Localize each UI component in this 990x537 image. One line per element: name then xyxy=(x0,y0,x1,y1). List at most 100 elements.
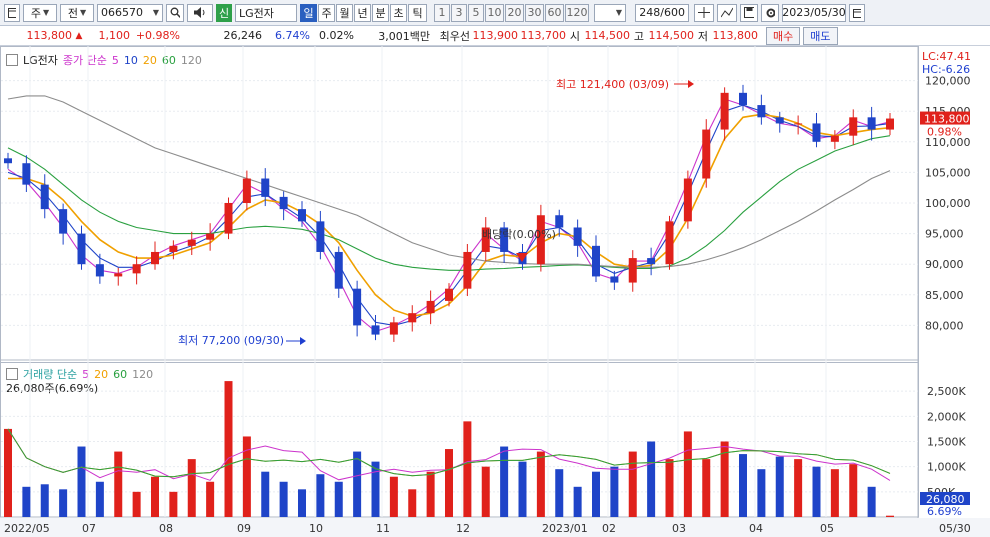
volume-bar xyxy=(408,489,417,517)
stock-code-input[interactable]: 066570 ▼ xyxy=(97,3,163,22)
price-tag-label: 113,800 xyxy=(924,113,970,126)
draw-button[interactable] xyxy=(717,3,737,22)
volume-bar xyxy=(334,481,343,517)
volume-bar xyxy=(739,454,747,517)
volume-bar xyxy=(610,466,619,517)
chart-type-button[interactable] xyxy=(4,3,20,22)
candle-body xyxy=(647,258,656,265)
price-tick-label: 85,000 xyxy=(925,289,964,302)
high-annotation: 최고 121,400 (03/09) xyxy=(556,78,669,91)
market-badge[interactable]: 신 xyxy=(216,3,232,22)
candle-body xyxy=(812,123,821,142)
settings-button[interactable] xyxy=(694,3,714,22)
gear-icon xyxy=(766,8,775,17)
candle-body xyxy=(555,215,564,228)
candle-body xyxy=(371,325,380,335)
tab-week[interactable]: 주 xyxy=(318,3,335,22)
tab-tick[interactable]: 틱 xyxy=(408,3,427,22)
candle-body xyxy=(261,178,270,197)
candle-body xyxy=(757,105,766,118)
calendar-button[interactable] xyxy=(849,3,865,22)
volume-bar xyxy=(665,459,674,517)
change-percent: +0.98% xyxy=(135,29,180,42)
low-label: 저 xyxy=(697,29,708,43)
tab-interval-30[interactable]: 30 xyxy=(525,3,544,22)
date-input[interactable]: 2023/05/30 xyxy=(782,3,846,22)
count-field[interactable]: 248/600 xyxy=(635,3,689,22)
tab-interval-20[interactable]: 20 xyxy=(505,3,524,22)
volume-bar xyxy=(279,481,288,517)
mode-select[interactable]: 전 ▼ xyxy=(60,3,94,22)
candle-body xyxy=(426,300,435,314)
volume-bar xyxy=(500,446,509,517)
price-change: 1,100 xyxy=(98,29,131,42)
candle-body xyxy=(849,117,858,136)
volume-bar xyxy=(187,459,196,517)
open-price: 114,500 xyxy=(584,29,631,42)
candle-body xyxy=(151,251,159,265)
open-label: 시 xyxy=(569,29,580,43)
candle-body xyxy=(59,209,68,234)
save-icon xyxy=(744,7,754,18)
period-select[interactable]: 주 ▼ xyxy=(23,3,57,22)
stock-chart[interactable]: 80,000 85,000 90,000 95,000 100,000 105,000 11… xyxy=(0,46,990,537)
tab-interval-3[interactable]: 3 xyxy=(451,3,467,22)
candle-body xyxy=(242,178,251,203)
candle-body xyxy=(463,251,472,289)
low-price: 113,800 xyxy=(712,29,759,42)
tab-month[interactable]: 월 xyxy=(336,3,353,22)
high-label: 고 xyxy=(633,29,644,43)
tab-interval-1[interactable]: 1 xyxy=(434,3,450,22)
candle-body xyxy=(279,196,288,210)
price-tick-label: 80,000 xyxy=(925,319,964,332)
tab-interval-5[interactable]: 5 xyxy=(468,3,484,22)
tab-year[interactable]: 년 xyxy=(354,3,371,22)
candle-body xyxy=(794,123,803,125)
buy-button[interactable]: 매수 xyxy=(766,26,801,45)
volume-bar xyxy=(169,491,178,517)
date-tick-label: 05 xyxy=(820,522,834,535)
price-tag-percent: 0.98% xyxy=(927,126,962,139)
volume-bar xyxy=(886,515,894,517)
volume-bar xyxy=(353,451,362,517)
tab-day[interactable]: 일 xyxy=(300,3,317,22)
volume-bar xyxy=(647,441,656,517)
volume-bar xyxy=(371,461,380,517)
interval-custom-select[interactable]: ▼ xyxy=(594,3,626,22)
save-button[interactable] xyxy=(740,3,758,22)
tab-minute[interactable]: 분 xyxy=(372,3,389,22)
turnover-percent: 0.02% xyxy=(319,29,354,42)
tab-interval-10[interactable]: 10 xyxy=(485,3,504,22)
search-icon xyxy=(170,7,180,18)
candle-body xyxy=(187,239,196,246)
speaker-icon xyxy=(194,7,205,18)
volume-bar xyxy=(628,451,637,517)
volume-ratio: 6.74% xyxy=(275,29,310,42)
volume-bar xyxy=(40,484,49,517)
sell-button[interactable]: 매도 xyxy=(803,26,838,45)
sound-button[interactable] xyxy=(187,3,213,22)
volume-bar xyxy=(59,489,68,517)
tab-second[interactable]: 초 xyxy=(390,3,407,22)
candle-body xyxy=(22,163,31,185)
best-buy-price: 113,700 xyxy=(520,29,567,42)
candle-body xyxy=(408,313,417,323)
window-icon xyxy=(8,7,16,18)
trade-amount: 3,001백만 xyxy=(378,29,430,43)
volume-bar xyxy=(114,451,123,517)
volume-bar xyxy=(445,449,453,517)
config-button[interactable] xyxy=(761,3,779,22)
candle-body xyxy=(445,288,453,301)
low-annotation: 최저 77,200 (09/30) xyxy=(178,334,284,347)
stock-name-field[interactable]: LG전자 xyxy=(235,3,297,22)
volume-tick-label: 2,000K xyxy=(927,410,966,423)
tab-interval-60[interactable]: 60 xyxy=(545,3,564,22)
search-button[interactable] xyxy=(166,3,184,22)
candlesticks xyxy=(4,84,894,342)
volume-bar xyxy=(316,474,325,517)
volume-bars xyxy=(4,381,894,517)
quote-bar: 113,800 ▲ 1,100 +0.98% 26,246 6.74% 0.02… xyxy=(0,26,990,46)
arrow-right-icon xyxy=(300,337,306,345)
tab-interval-120[interactable]: 120 xyxy=(565,3,589,22)
chevron-down-icon: ▼ xyxy=(615,8,622,17)
